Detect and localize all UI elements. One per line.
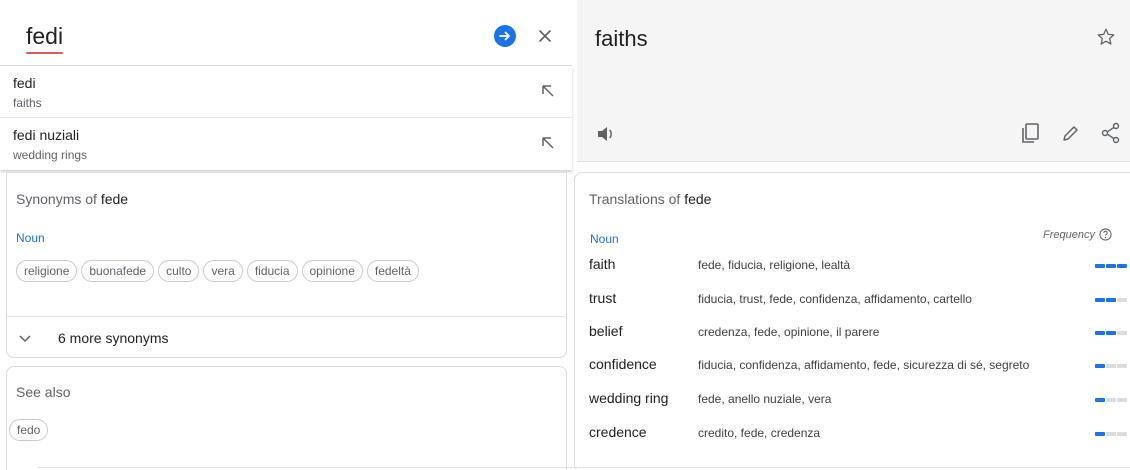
frequency-bar-filled xyxy=(1095,298,1105,302)
reverse-translations: fiducia, trust, fede, confidenza, affida… xyxy=(698,292,972,306)
synonyms-word: fede xyxy=(100,191,129,207)
arrow-right-icon xyxy=(499,31,510,41)
translation-word[interactable]: belief xyxy=(589,323,622,339)
synonym-chip[interactable]: religione xyxy=(16,260,78,282)
frequency-bar-filled xyxy=(1117,264,1127,268)
frequency-bar-empty xyxy=(1117,364,1127,368)
frequency-bar-filled xyxy=(1106,298,1116,302)
translations-title: Translations of fede xyxy=(589,191,711,207)
synonyms-card: Synonyms of fede Noun religione buonafed… xyxy=(6,172,567,358)
synonym-chip[interactable]: vera xyxy=(203,260,243,282)
translations-pos: Noun xyxy=(590,232,619,246)
translation-word[interactable]: credence xyxy=(589,424,647,440)
suggestion-translation: faiths xyxy=(13,96,42,110)
frequency-bar-empty xyxy=(1117,398,1127,402)
copy-icon[interactable] xyxy=(1021,122,1041,144)
frequency-bars xyxy=(1095,298,1127,302)
frequency-bar-empty xyxy=(1106,398,1116,402)
translation-word[interactable]: confidence xyxy=(589,356,657,372)
synonym-chips: religione buonafede culto vera fiducia o… xyxy=(16,260,419,282)
translation-row[interactable]: faith fede, fiducia, religione, lealtà xyxy=(575,256,1130,290)
frequency-bars xyxy=(1095,364,1127,368)
more-synonyms-button[interactable]: 6 more synonyms xyxy=(7,316,566,358)
suggestion-term: fedi nuziali xyxy=(13,127,80,143)
translation-word[interactable]: trust xyxy=(589,290,616,306)
frequency-bar-filled xyxy=(1095,432,1105,436)
frequency-bar-empty xyxy=(1106,364,1116,368)
frequency-label: Frequency xyxy=(1043,228,1095,241)
reverse-translations: credenza, fede, opinione, il parere xyxy=(698,325,880,339)
close-icon xyxy=(539,30,551,42)
translations-word: fede xyxy=(684,191,712,207)
translation-row[interactable]: belief credenza, fede, opinione, il pare… xyxy=(575,323,1130,357)
synonym-chip[interactable]: fiducia xyxy=(246,260,298,282)
translations-card: Translations of fede Noun Frequency fait… xyxy=(574,172,1130,470)
synonyms-title: Synonyms of fede xyxy=(16,191,128,207)
frequency-header: Frequency xyxy=(1043,228,1112,241)
frequency-bar-empty xyxy=(1117,331,1127,335)
frequency-bars xyxy=(1095,432,1127,436)
translate-go-button[interactable] xyxy=(494,25,516,47)
reverse-translations: credito, fede, credenza xyxy=(698,426,821,440)
translation-row[interactable]: credence credito, fede, credenza xyxy=(575,424,1130,458)
frequency-bars xyxy=(1095,331,1127,335)
see-also-card: See also fedo xyxy=(6,366,567,470)
frequency-bar-filled xyxy=(1095,364,1105,368)
translation-row[interactable]: confidence fiducia, confidenza, affidame… xyxy=(575,356,1130,390)
star-icon[interactable] xyxy=(1095,26,1117,48)
more-synonyms-label: 6 more synonyms xyxy=(58,330,169,346)
synonyms-pos: Noun xyxy=(16,231,45,245)
source-input-area[interactable]: fedi xyxy=(0,0,572,66)
reverse-translations: fiducia, confidenza, affidamento, fede, … xyxy=(698,358,1030,372)
source-column: fedi fedi faiths fedi nuziali wedding ri… xyxy=(0,0,572,470)
suggestion-translation: wedding rings xyxy=(13,148,88,162)
reverse-translations: fede, fiducia, religione, lealtà xyxy=(698,258,851,272)
synonym-chip[interactable]: culto xyxy=(158,260,200,282)
frequency-bars xyxy=(1095,264,1127,268)
synonym-chip[interactable]: buonafede xyxy=(81,260,155,282)
frequency-bar-filled xyxy=(1095,398,1105,402)
source-text[interactable]: fedi xyxy=(26,22,64,54)
see-also-title: See also xyxy=(16,384,71,400)
suggestion-item[interactable]: fedi nuziali wedding rings xyxy=(0,118,572,170)
chevron-down-icon xyxy=(19,335,31,343)
arrow-up-left-icon[interactable] xyxy=(540,83,556,99)
suggestion-item[interactable]: fedi faiths xyxy=(0,66,572,118)
reverse-translations: fede, anello nuziale, vera xyxy=(698,392,832,406)
frequency-bar-filled xyxy=(1106,331,1116,335)
translation-output-area: faiths xyxy=(577,0,1130,162)
synonyms-title-prefix: Synonyms of xyxy=(16,191,97,207)
translation-result: faiths xyxy=(595,26,648,51)
translation-row[interactable]: wedding ring fede, anello nuziale, vera xyxy=(575,390,1130,424)
arrow-up-left-icon[interactable] xyxy=(540,135,556,151)
share-icon[interactable] xyxy=(1101,122,1121,144)
frequency-bar-filled xyxy=(1095,331,1105,335)
suggestion-term: fedi xyxy=(13,75,36,91)
bottom-divider xyxy=(38,467,1130,468)
translation-word[interactable]: faith xyxy=(589,256,615,272)
translations-title-prefix: Translations of xyxy=(589,191,681,207)
frequency-bar-filled xyxy=(1095,264,1105,268)
translation-row[interactable]: trust fiducia, trust, fede, confidenza, … xyxy=(575,290,1130,324)
see-also-chip[interactable]: fedo xyxy=(9,419,49,441)
frequency-bar-filled xyxy=(1106,264,1116,268)
see-also-chips: fedo xyxy=(9,419,49,441)
frequency-bar-empty xyxy=(1117,432,1127,436)
help-icon[interactable] xyxy=(1099,228,1112,241)
speaker-icon[interactable] xyxy=(596,125,616,143)
frequency-bar-empty xyxy=(1106,432,1116,436)
pencil-icon[interactable] xyxy=(1061,123,1081,143)
clear-text-button[interactable] xyxy=(533,24,557,48)
suggestion-list: fedi faiths fedi nuziali wedding rings xyxy=(0,66,572,170)
synonym-chip[interactable]: opinione xyxy=(301,260,363,282)
translation-word[interactable]: wedding ring xyxy=(589,390,668,406)
frequency-bar-empty xyxy=(1117,298,1127,302)
frequency-bars xyxy=(1095,398,1127,402)
synonym-chip[interactable]: fedeltà xyxy=(366,260,419,282)
